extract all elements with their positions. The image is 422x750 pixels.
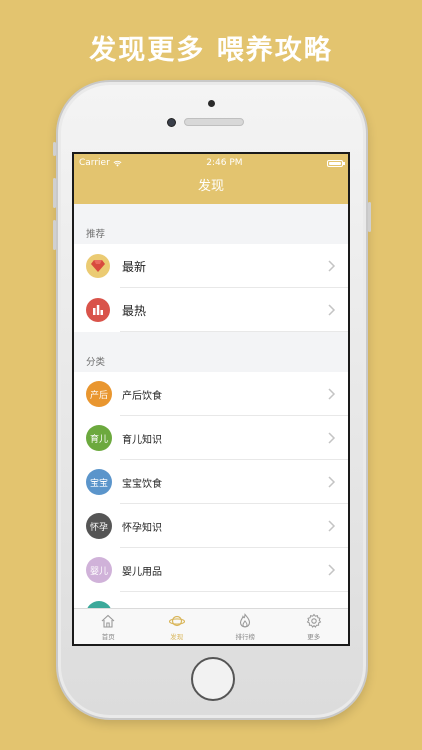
category-item[interactable]: 怀孕 怀孕知识	[74, 504, 348, 548]
front-sensor	[208, 100, 215, 107]
recommend-item-hottest[interactable]: 最热	[74, 288, 348, 332]
chevron-right-icon	[328, 260, 336, 272]
chart-icon	[86, 298, 110, 322]
category-item[interactable]: 产后 产后饮食	[74, 372, 348, 416]
category-badge	[86, 601, 112, 608]
category-item-partial[interactable]	[74, 592, 348, 608]
section-header-category: 分类	[74, 332, 348, 372]
tab-ranking[interactable]: 排行榜	[211, 609, 280, 644]
flame-icon	[240, 612, 251, 628]
tab-home[interactable]: 首页	[74, 609, 143, 644]
category-label: 产后饮食	[122, 390, 162, 402]
battery-icon	[326, 159, 345, 167]
status-bar: Carrier 2:46 PM	[74, 154, 348, 172]
tab-label: 排行榜	[235, 632, 256, 641]
category-item[interactable]: 育儿 育儿知识	[74, 416, 348, 460]
discover-list[interactable]: 推荐 最新 最热 分类 产后 产后饮食 育儿 育儿知识 宝宝 宝宝饮食 怀孕 怀…	[74, 204, 348, 608]
category-badge: 育儿	[86, 425, 112, 451]
chevron-right-icon	[328, 564, 336, 576]
planet-icon	[168, 615, 185, 626]
chevron-right-icon	[328, 476, 336, 488]
app-screen: Carrier 2:46 PM 发现 推荐 最新 最热 分类 产后 产后饮食 育…	[72, 152, 350, 646]
recommend-label: 最新	[122, 259, 147, 274]
volume-up-button	[53, 178, 56, 208]
chevron-right-icon	[328, 432, 336, 444]
category-label: 怀孕知识	[122, 522, 162, 534]
tab-label: 首页	[101, 632, 115, 641]
chevron-right-icon	[328, 304, 336, 316]
home-icon	[101, 614, 115, 628]
page-title: 发现	[197, 179, 224, 194]
tab-label: 发现	[170, 632, 184, 641]
tab-bar: 首页 发现 排行榜 更多	[74, 608, 348, 644]
chevron-right-icon	[328, 520, 336, 532]
category-badge: 宝宝	[86, 469, 112, 495]
category-item[interactable]: 宝宝 宝宝饮食	[74, 460, 348, 504]
home-button[interactable]	[191, 657, 235, 701]
category-badge: 产后	[86, 381, 112, 407]
carrier-info: Carrier	[79, 158, 122, 168]
carrier-label: Carrier	[79, 158, 110, 168]
category-item[interactable]: 婴儿 婴儿用品	[74, 548, 348, 592]
recommend-item-newest[interactable]: 最新	[74, 244, 348, 288]
section-header-recommend: 推荐	[74, 204, 348, 244]
category-label: 宝宝饮食	[122, 478, 162, 490]
wifi-icon	[113, 160, 122, 167]
gem-icon	[86, 254, 110, 278]
headline: 发现更多 喂养攻略	[89, 35, 333, 66]
navigation-bar: Carrier 2:46 PM 发现	[74, 154, 348, 204]
category-badge: 婴儿	[86, 557, 112, 583]
category-badge: 怀孕	[86, 513, 112, 539]
earpiece	[184, 118, 244, 126]
mute-switch	[53, 142, 56, 156]
clock: 2:46 PM	[206, 158, 243, 168]
tab-more[interactable]: 更多	[280, 609, 349, 644]
category-label: 育儿知识	[122, 434, 162, 446]
chevron-right-icon	[328, 388, 336, 400]
tab-discover[interactable]: 发现	[143, 609, 212, 644]
volume-down-button	[53, 220, 56, 250]
recommend-label: 最热	[122, 303, 147, 318]
category-label: 婴儿用品	[122, 566, 162, 578]
power-button	[368, 202, 371, 232]
tab-label: 更多	[307, 632, 321, 641]
gear-icon	[306, 613, 322, 628]
front-camera	[167, 118, 176, 127]
